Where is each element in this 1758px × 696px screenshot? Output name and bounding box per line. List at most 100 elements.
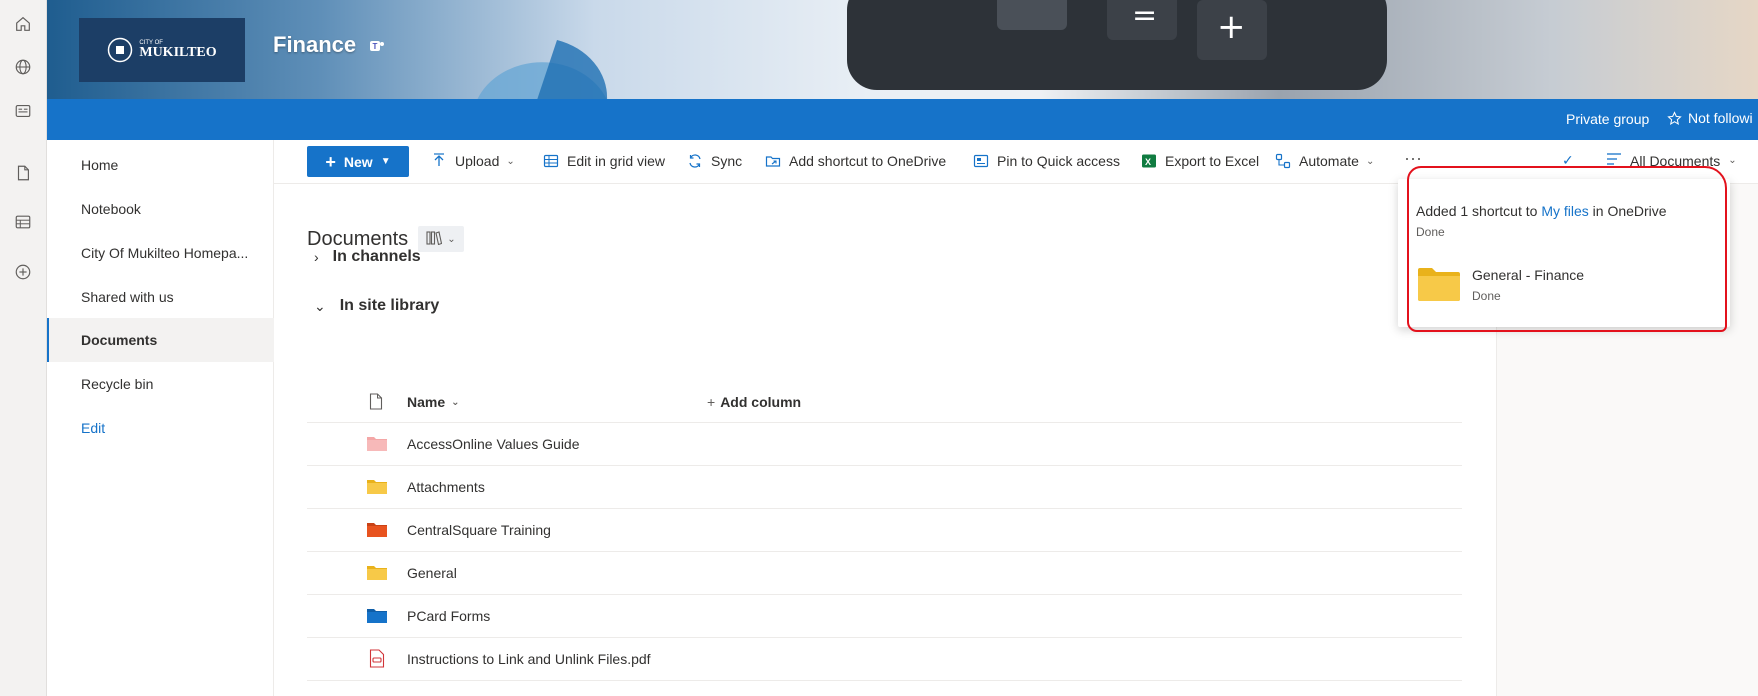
file-name[interactable]: PCard Forms <box>407 608 490 624</box>
automate-button[interactable]: Automate ⌄ <box>1274 152 1374 170</box>
decorative-calculator-image: = + <box>847 0 1387 90</box>
table-row[interactable]: PCard Forms <box>307 595 1462 638</box>
section-in-channels-label: In channels <box>332 248 421 265</box>
new-label: New <box>343 153 373 170</box>
nav-item-home[interactable]: Home <box>47 143 274 187</box>
pin-label: Pin to Quick access <box>997 153 1120 169</box>
folder-icon <box>1418 267 1460 301</box>
automate-label: Automate <box>1299 153 1359 169</box>
shortcut-icon <box>764 152 782 170</box>
export-excel-button[interactable]: X Export to Excel <box>1140 152 1259 170</box>
chevron-down-icon: ▼ <box>380 156 391 167</box>
news-icon[interactable] <box>11 99 35 123</box>
folder-icon <box>367 564 387 582</box>
new-button[interactable]: + New ▼ <box>307 146 409 177</box>
left-navigation: Home Notebook City Of Mukilteo Homepa...… <box>47 140 274 696</box>
plus-icon: + <box>325 151 336 172</box>
shortcut-notification: Added 1 shortcut to My files in OneDrive… <box>1398 179 1730 327</box>
site-logo[interactable]: CITY OF MUKILTEO <box>79 18 245 82</box>
view-lines-icon <box>1606 152 1622 169</box>
section-in-channels[interactable]: › In channels <box>314 248 421 266</box>
svg-text:=: = <box>1132 0 1157 33</box>
chevron-down-icon: ⌄ <box>447 233 456 245</box>
site-title[interactable]: Finance <box>273 32 356 58</box>
logo-text: MUKILTEO <box>139 45 217 60</box>
pin-icon <box>972 152 990 170</box>
add-column-button[interactable]: + Add column <box>707 394 801 410</box>
file-list: Name ⌄ + Add column AccessOnline Values … <box>307 380 1462 681</box>
folder-icon <box>367 478 387 496</box>
table-row[interactable]: Attachments <box>307 466 1462 509</box>
chevron-down-icon: ⌄ <box>451 396 460 408</box>
add-shortcut-label: Add shortcut to OneDrive <box>789 153 947 169</box>
file-name[interactable]: CentralSquare Training <box>407 522 551 538</box>
upload-button[interactable]: Upload ⌄ <box>430 152 515 170</box>
sync-label: Sync <box>711 153 743 169</box>
home-icon[interactable] <box>11 12 35 36</box>
sync-button[interactable]: Sync <box>686 152 742 170</box>
add-column-label: Add column <box>720 394 802 410</box>
star-icon <box>1667 110 1682 125</box>
column-name-label: Name <box>407 394 446 410</box>
file-name[interactable]: AccessOnline Values Guide <box>407 436 580 452</box>
view-label: All Documents <box>1630 152 1721 169</box>
chevron-down-icon: ⌄ <box>1365 155 1375 167</box>
file-name[interactable]: General <box>407 565 457 581</box>
pdf-icon <box>369 649 389 668</box>
privacy-label: Private group <box>1566 111 1650 127</box>
chevron-right-icon: › <box>314 249 319 265</box>
list-icon[interactable] <box>11 210 35 234</box>
column-header-name[interactable]: Name ⌄ <box>407 394 460 410</box>
shortcut-item-status: Done <box>1472 289 1501 303</box>
table-row[interactable]: AccessOnline Values Guide <box>307 423 1462 466</box>
notification-status: Done <box>1416 225 1445 239</box>
file-name[interactable]: Attachments <box>407 479 485 495</box>
nav-item-homepage[interactable]: City Of Mukilteo Homepa... <box>47 231 274 275</box>
chevron-down-icon: ⌄ <box>506 155 515 167</box>
add-shortcut-button[interactable]: Add shortcut to OneDrive <box>764 152 946 170</box>
folder-icon <box>367 607 387 625</box>
notification-message: Added 1 shortcut to My files in OneDrive <box>1416 203 1667 219</box>
excel-icon: X <box>1140 152 1158 170</box>
teams-icon[interactable]: T <box>369 38 387 56</box>
table-row[interactable]: CentralSquare Training <box>307 509 1462 552</box>
file-list-header: Name ⌄ + Add column <box>307 380 1462 423</box>
command-bar: + New ▼ Upload ⌄ Edit in grid view Sync … <box>274 140 1758 184</box>
my-files-link[interactable]: My files <box>1541 203 1588 219</box>
chevron-down-icon: ⌄ <box>314 297 326 314</box>
nav-edit-link[interactable]: Edit <box>47 406 274 450</box>
file-type-header-icon[interactable] <box>369 393 389 411</box>
library-view-picker[interactable]: ⌄ <box>418 226 464 252</box>
city-seal-icon <box>108 37 133 63</box>
site-header-banner: = + CITY OF MUKILTEO Finance T <box>47 0 1758 99</box>
grid-icon <box>542 152 560 170</box>
nav-item-shared[interactable]: Shared with us <box>47 275 274 319</box>
svg-text:T: T <box>373 42 378 51</box>
upload-label: Upload <box>455 153 500 169</box>
shortcut-item-name[interactable]: General - Finance <box>1472 267 1584 283</box>
follow-button[interactable]: Not followi <box>1667 110 1753 126</box>
nav-item-documents[interactable]: Documents <box>47 318 274 362</box>
nav-item-recycle-bin[interactable]: Recycle bin <box>47 362 274 406</box>
file-name[interactable]: Instructions to Link and Unlink Files.pd… <box>407 651 651 667</box>
table-row[interactable]: Instructions to Link and Unlink Files.pd… <box>307 638 1462 681</box>
nav-item-notebook[interactable]: Notebook <box>47 187 274 231</box>
upload-icon <box>430 152 448 170</box>
add-circle-icon[interactable] <box>11 260 35 284</box>
sync-icon <box>686 152 704 170</box>
chevron-down-icon: ⌄ <box>1728 155 1737 166</box>
document-icon[interactable] <box>11 161 35 185</box>
section-in-site-library[interactable]: ⌄ In site library <box>314 297 439 315</box>
notification-prefix: Added 1 shortcut to <box>1416 203 1542 219</box>
globe-icon[interactable] <box>11 55 35 79</box>
follow-label: Not followi <box>1688 110 1753 126</box>
svg-text:X: X <box>1145 157 1151 167</box>
view-switcher[interactable]: All Documents ⌄ <box>1606 152 1737 169</box>
table-row[interactable]: General <box>307 552 1462 595</box>
pin-quick-access-button[interactable]: Pin to Quick access <box>972 152 1120 170</box>
more-options-button[interactable]: ··· <box>1404 148 1422 169</box>
document-library: Documents ⌄ › In channels ⌄ In site libr… <box>274 184 1496 696</box>
plus-icon: + <box>707 394 716 410</box>
grid-view-button[interactable]: Edit in grid view <box>542 152 665 170</box>
automate-icon <box>1274 152 1292 170</box>
